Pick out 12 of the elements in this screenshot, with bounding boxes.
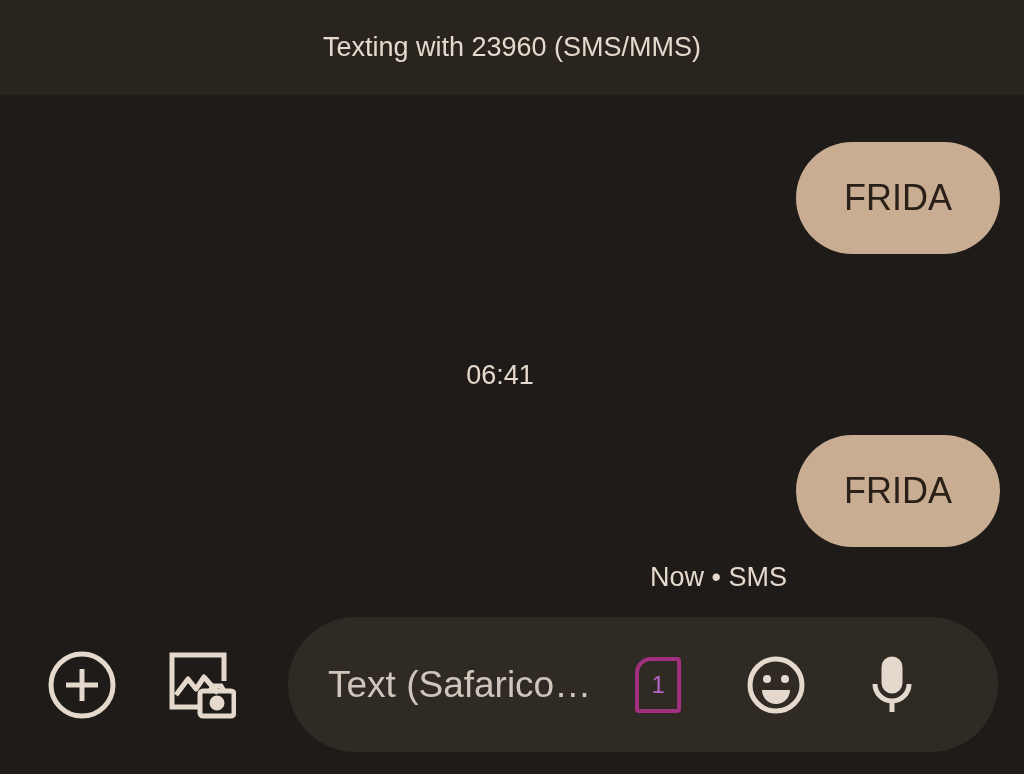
- gallery-camera-icon[interactable]: [168, 650, 236, 719]
- message-status: Now • SMS: [650, 560, 787, 594]
- message-input-field[interactable]: Text (Safarico… 1: [288, 617, 998, 752]
- message-bubble: FRIDA: [796, 434, 1000, 547]
- conversation-title: Texting with 23960 (SMS/MMS): [322, 31, 702, 65]
- add-icon[interactable]: [48, 650, 116, 719]
- sim-card-icon[interactable]: 1: [635, 656, 682, 713]
- timestamp: 06:41: [466, 359, 534, 392]
- input-placeholder: Text (Safarico…: [328, 662, 592, 707]
- message-bubble: FRIDA: [796, 142, 1000, 254]
- emoji-icon[interactable]: [747, 655, 806, 714]
- microphone-icon[interactable]: [871, 655, 914, 714]
